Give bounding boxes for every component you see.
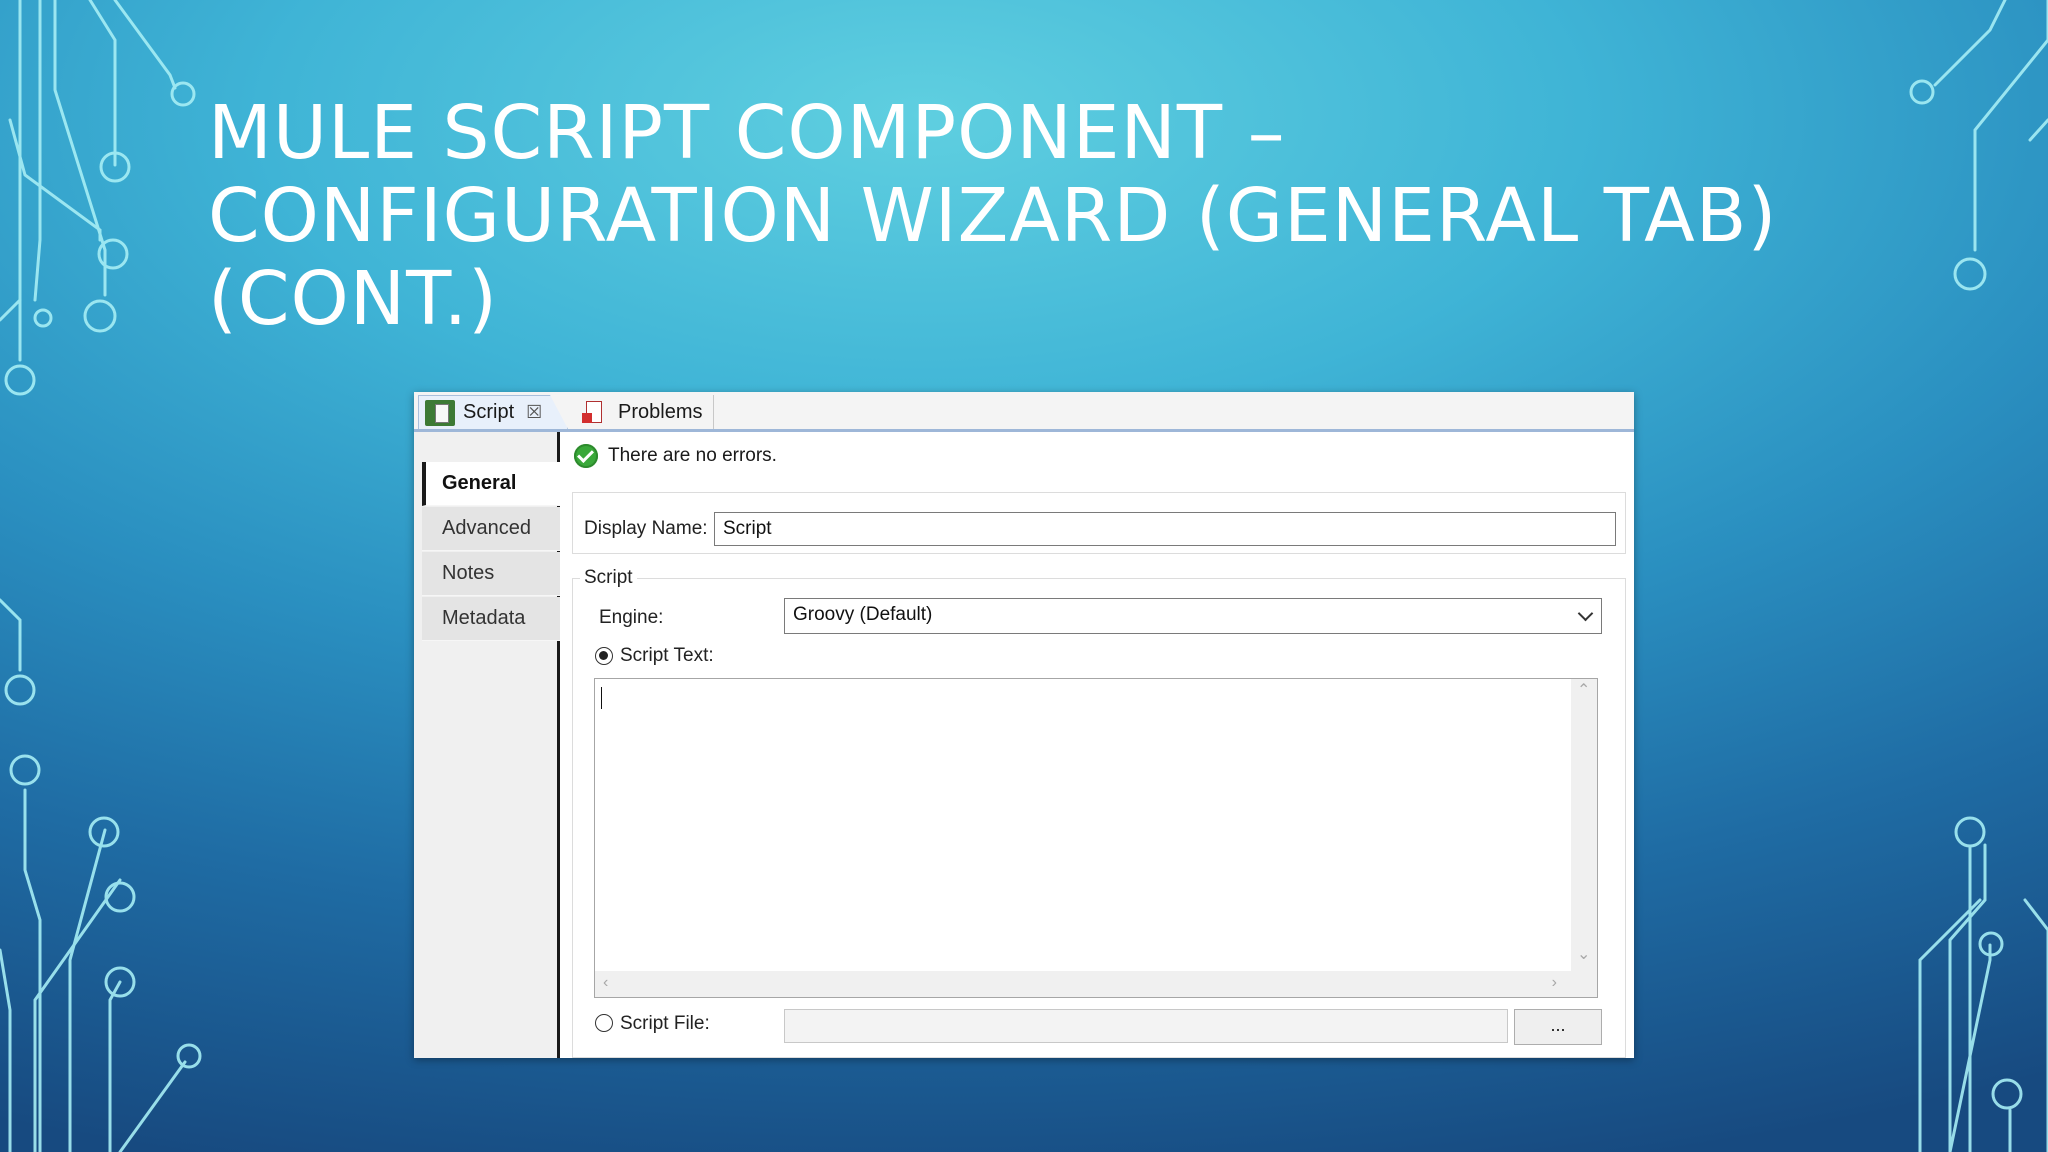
- nav-item-metadata[interactable]: Metadata: [422, 597, 560, 641]
- engine-label: Engine:: [599, 607, 664, 628]
- nav-item-label: Notes: [442, 562, 495, 584]
- browse-button[interactable]: ...: [1514, 1009, 1602, 1045]
- script-text-editor[interactable]: ⌃ ⌄ ‹ ›: [594, 678, 1598, 998]
- slide-title-line-2: CONFIGURATION WIZARD (GENERAL TAB): [208, 173, 1778, 259]
- nav-item-label: Advanced: [442, 517, 531, 539]
- slide-title: MULE SCRIPT COMPONENT – CONFIGURATION WI…: [208, 92, 1848, 341]
- tab-problems[interactable]: Problems: [574, 395, 714, 429]
- horizontal-scrollbar[interactable]: ‹ ›: [595, 971, 1571, 997]
- scrollbar-corner: [1571, 971, 1597, 997]
- tab-problems-label: Problems: [618, 400, 703, 423]
- vertical-scrollbar[interactable]: ⌃ ⌄: [1571, 679, 1597, 971]
- status-text: There are no errors.: [608, 445, 777, 466]
- script-group-legend: Script: [580, 567, 637, 589]
- nav-item-notes[interactable]: Notes: [422, 552, 560, 596]
- properties-nav: General Advanced Notes Metadata: [414, 432, 560, 1058]
- editor-tab-bar: Script ☒ Problems: [414, 392, 1634, 432]
- engine-select[interactable]: Groovy (Default): [784, 598, 1602, 634]
- script-file-icon: [425, 399, 455, 426]
- tab-script-label: Script: [463, 401, 515, 423]
- script-file-radio[interactable]: [595, 1014, 613, 1032]
- display-name-label: Display Name:: [584, 518, 708, 539]
- validation-status: There are no errors.: [574, 442, 777, 470]
- chevron-down-icon: [1577, 605, 1594, 622]
- script-text-radio[interactable]: [595, 647, 613, 665]
- scroll-left-icon[interactable]: ‹: [603, 975, 608, 991]
- script-properties-window: Script ☒ Problems General Advanced Notes…: [414, 392, 1634, 1058]
- script-file-input[interactable]: [784, 1009, 1508, 1043]
- engine-select-value: Groovy (Default): [793, 604, 933, 625]
- scroll-right-icon[interactable]: ›: [1552, 975, 1557, 991]
- slide-title-line-3: (CONT.): [208, 256, 498, 342]
- display-name-input[interactable]: Script: [714, 512, 1616, 546]
- slide-title-line-1: MULE SCRIPT COMPONENT –: [208, 90, 1286, 176]
- script-file-label: Script File:: [620, 1013, 710, 1034]
- problems-icon: [580, 399, 610, 425]
- nav-item-advanced[interactable]: Advanced: [422, 507, 560, 551]
- text-caret: [601, 687, 602, 709]
- scroll-up-icon[interactable]: ⌃: [1577, 683, 1590, 699]
- nav-item-label: Metadata: [442, 607, 526, 629]
- nav-item-general[interactable]: General: [422, 462, 560, 506]
- scroll-down-icon[interactable]: ⌄: [1577, 947, 1590, 963]
- nav-item-label: General: [442, 472, 517, 494]
- script-text-label: Script Text:: [620, 645, 714, 666]
- success-check-icon: [574, 444, 598, 468]
- tab-script[interactable]: Script ☒: [418, 395, 568, 429]
- close-tab-icon[interactable]: ☒: [526, 402, 542, 423]
